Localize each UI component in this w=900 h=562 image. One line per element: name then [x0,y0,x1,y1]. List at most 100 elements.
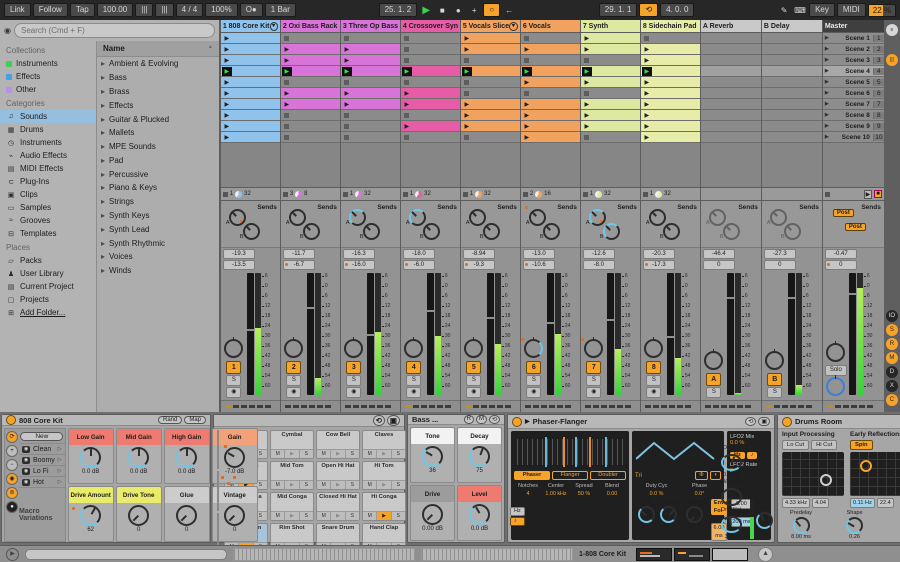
clip-stop-icon[interactable] [283,123,289,129]
clip-slot[interactable]: ▶ [520,77,580,88]
clip-slot[interactable] [460,77,520,88]
volume-value[interactable]: 0 [824,260,857,270]
send-a-knob[interactable]: A [406,209,426,226]
clip-slot[interactable] [340,77,400,88]
macro-knob[interactable] [128,447,150,468]
category-item-templates[interactable]: ⊟ Templates [0,227,96,240]
rate-hz-button[interactable]: Hz [510,507,525,516]
arm-button[interactable]: ◉ [466,387,482,398]
automation-arm-button[interactable]: ○ [483,3,501,17]
macro-value[interactable]: 0.0 dB [471,526,488,532]
volume-fader[interactable] [426,273,434,395]
volume-value[interactable]: 0 [702,260,735,270]
browser-folder-row[interactable]: Guitar & Plucked [97,112,219,126]
pad-mute-button[interactable]: M [317,481,332,489]
drum-pad-cow-bell[interactable]: Cow Bell M ▶ S [316,430,360,459]
clip-slot[interactable]: ▶ [640,110,700,121]
pad-play-button[interactable]: ▶ [285,512,300,520]
pad-solo-button[interactable]: S [299,450,313,458]
clip-launch-icon[interactable]: ▶ [522,122,532,131]
pad-mute-button[interactable]: M [317,450,332,458]
clip-launch-icon[interactable]: ▶ [222,100,232,109]
variation-launch-icon[interactable]: ▷ [58,468,62,474]
link-button[interactable]: Link [4,3,31,17]
clip-launch-icon[interactable]: ▶ [222,133,232,142]
post-toggle-a[interactable]: Post [832,209,854,217]
variation-launch-icon[interactable]: ⟳ [6,431,18,443]
clip-stop-icon[interactable] [403,46,409,52]
spin-xy-pad[interactable] [850,452,900,496]
clip-launch-icon[interactable]: ▶ [461,66,472,76]
macro-value[interactable]: 75 [476,468,483,474]
variation-launch-icon[interactable]: ▷ [58,479,62,485]
return-slot[interactable] [761,33,822,44]
browser-folder-row[interactable]: Voices [97,250,219,264]
input-filter-xy-pad[interactable] [782,452,844,496]
pad-play-button[interactable]: ▶ [285,450,300,458]
macro-knob[interactable] [422,504,443,525]
clip-slot[interactable]: ▶ [640,88,700,99]
clip-launch-icon[interactable]: ▶ [582,111,592,120]
save-preset-icon[interactable]: ▣ [386,415,400,426]
clip-slot[interactable]: ▶ [520,99,580,110]
pad-mute-button[interactable]: M [363,450,378,458]
volume-value[interactable]: 0 [763,260,796,270]
clip-stop-row[interactable]: 1 32 [460,188,520,201]
scene-launch-icon[interactable]: ▶ [823,57,831,63]
clip-stop-icon[interactable] [283,35,289,41]
volume-value[interactable]: -9.3 [462,260,495,270]
clip-slot[interactable]: ▶ [640,121,700,132]
cue-volume-knob[interactable] [826,375,846,396]
category-item-samples[interactable]: ▭ Samples [0,201,96,214]
return-slot[interactable] [700,132,761,143]
record-button[interactable]: ● [451,6,465,15]
send-a-knob[interactable]: A [586,209,606,226]
volume-fader[interactable] [366,273,374,395]
clip-stop-row[interactable]: 1 32 [640,188,700,201]
send-b-knob[interactable]: B [600,223,620,240]
scene-launch-icon[interactable]: ▶ [823,35,831,41]
macro-knob[interactable] [80,505,102,526]
drum-pad-claves[interactable]: Claves M ▶ S [362,430,406,459]
track-header[interactable]: 4 Crossover Syn [400,20,460,33]
fader-handle[interactable] [787,297,795,300]
scene-row[interactable]: ▶ Scene 55 [822,77,884,88]
return-header[interactable]: A Reverb [700,20,761,33]
param-value[interactable]: 4 [514,491,542,497]
browser-folder-row[interactable]: Brass [97,85,219,99]
return-slot[interactable] [761,121,822,132]
clip-slot[interactable] [280,110,340,121]
macro-value[interactable]: 62 [87,527,94,533]
category-item-grooves[interactable]: ≈ Grooves [0,214,96,227]
spin-rate-value[interactable]: 0.11 Hz [850,498,875,508]
solo-button[interactable]: S [466,375,482,386]
pad-solo-button[interactable]: S [391,512,405,520]
mode-button-flanger[interactable]: Flanger [552,471,588,480]
collection-item[interactable]: Instruments [0,57,96,70]
nudge-down-button[interactable]: ||| [135,3,154,17]
param-value[interactable]: 0.00 [598,491,626,497]
clip-stop-icon[interactable] [403,79,409,85]
clip-stop-icon[interactable] [343,35,349,41]
variation-camera-icon[interactable]: ◉ [6,473,18,485]
clip-slot[interactable]: ▶ [220,33,280,44]
spin-amount-value[interactable]: 22.4 [876,498,894,508]
clip-stop-icon[interactable] [463,90,469,96]
track-activator-button[interactable]: 2 [286,361,302,374]
volume-fader[interactable] [726,273,734,395]
solo-button[interactable]: S [346,375,362,386]
send-b-knob[interactable]: B [360,223,380,240]
pan-knob[interactable] [521,337,544,358]
clip-slot[interactable]: ▶ [640,66,700,77]
loop-start-field[interactable]: 29. 1. 1 [598,3,638,17]
device-chain-overview[interactable] [636,547,749,561]
mixer-section-toggle-m[interactable]: M [885,352,898,364]
clip-slot[interactable]: ▶ [460,121,520,132]
rate-knob[interactable] [638,506,655,523]
track-menu-icon[interactable]: ▾ [269,21,278,31]
hot-swap-icon[interactable]: ⟲ [745,417,757,426]
clip-slot[interactable]: ▶ [580,66,640,77]
clip-slot[interactable] [520,55,580,66]
clip-slot[interactable]: ▶ [460,44,520,55]
loop-length-field[interactable]: 4. 0. 0 [660,3,695,17]
